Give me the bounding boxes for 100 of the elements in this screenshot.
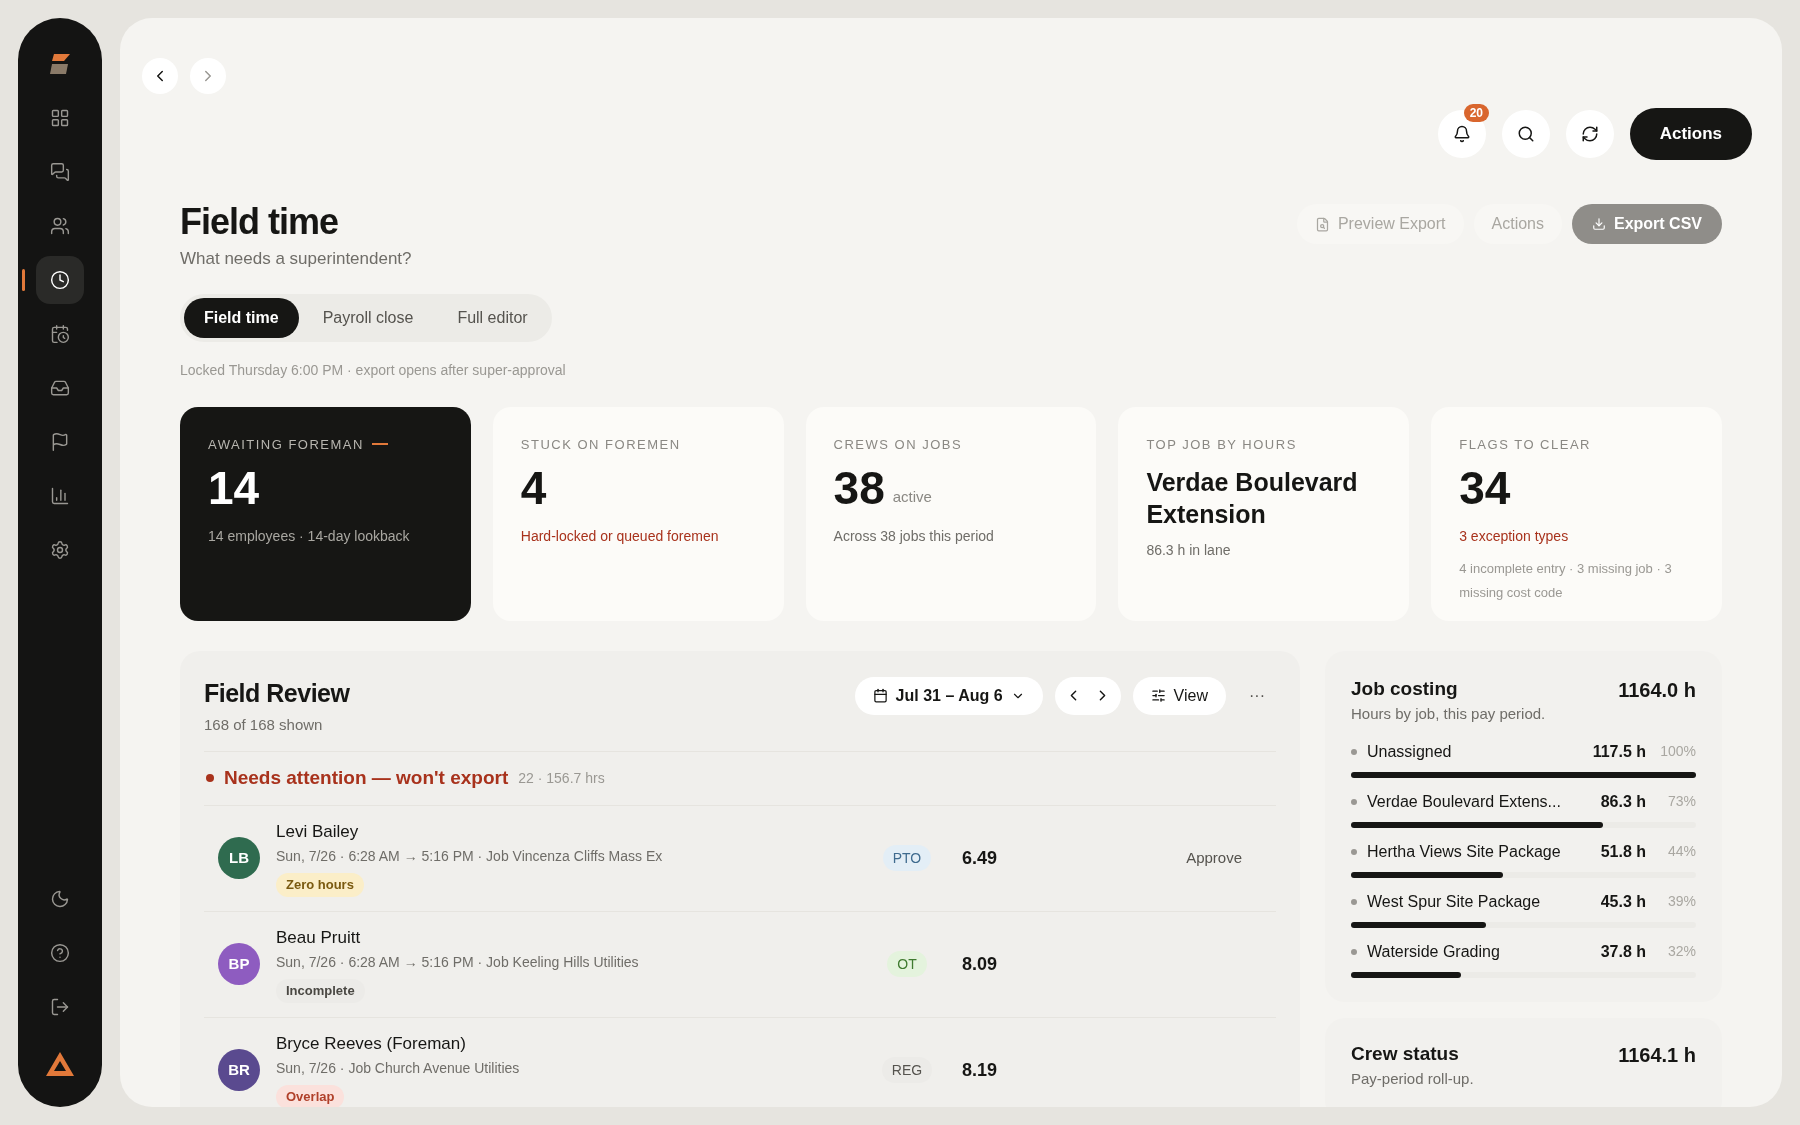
total-hours: 1164.1 h — [1618, 1042, 1696, 1068]
job-name: West Spur Site Package — [1367, 891, 1542, 912]
more-button[interactable]: ··· — [1238, 676, 1276, 715]
grid-icon — [50, 108, 70, 128]
bar-chart-icon — [50, 486, 70, 506]
group-title: Needs attention — won't export — [224, 765, 509, 790]
stat-value: 4 — [520, 461, 547, 516]
stat-value: 34 — [1459, 461, 1511, 516]
job-name: Unassigned — [1367, 741, 1453, 762]
review-row[interactable]: BP Beau Pruitt Sun, 7/26 · 6:28 AM → 5:16 PM · Job Keeling Hills Utilities Incomplete OT 8.09 — [204, 911, 1276, 1018]
stat-value: 14 — [208, 461, 260, 516]
lock-note: Locked Thursday 6:00 PM · export opens after super-approval — [180, 360, 567, 380]
entry-detail: Sun, 7/26 · 6:28 AM → 5:16 PM · Job Keeling Hills Utilities — [276, 953, 639, 973]
tab[interactable]: Field time — [184, 297, 299, 338]
total-hours: 1164.0 h — [1618, 677, 1696, 703]
sliders-icon — [1150, 688, 1166, 703]
avatar: BP — [218, 943, 260, 985]
stat-note: Across 38 jobs this period — [833, 527, 995, 546]
stat-note: Hard-locked or queued foremen — [520, 527, 720, 546]
job-percent: 32% — [1666, 942, 1696, 961]
review-row[interactable]: LB Levi Bailey Sun, 7/26 · 6:28 AM → 5:16 PM · Job Vincenza Cliffs Mass Ex Zero hours PTO 6.49 Approve — [204, 805, 1276, 912]
card-title: Job costing — [1351, 676, 1459, 701]
employee-name: Levi Bailey — [276, 820, 359, 843]
accent-dash — [371, 443, 388, 446]
job-hours: 45.3 h — [1599, 891, 1646, 912]
refresh-button[interactable] — [1565, 110, 1614, 158]
hours-value: 8.09 — [962, 952, 999, 976]
sidebar-item[interactable] — [36, 256, 84, 304]
pay-type-tag: OT — [887, 951, 927, 977]
settings-icon — [50, 540, 70, 560]
actions-button[interactable]: Actions — [1629, 108, 1752, 160]
inbox-icon — [50, 378, 70, 398]
hours-value: 8.19 — [962, 1058, 999, 1082]
pay-type-tag: PTO — [882, 845, 932, 871]
avatar: LB — [218, 837, 260, 879]
brand-logo-icon — [45, 1051, 75, 1077]
refresh-icon — [1580, 125, 1599, 143]
page-title: Field time — [180, 200, 340, 244]
card-label: FLAGS TO CLEAR — [1459, 435, 1591, 454]
job-percent: 73% — [1666, 792, 1696, 811]
job-hours: 51.8 h — [1599, 841, 1646, 862]
chat-icon — [50, 162, 70, 182]
section-count: 168 of 168 shown — [204, 715, 324, 735]
search-button[interactable] — [1501, 110, 1550, 158]
job-hours: 86.3 h — [1599, 791, 1646, 812]
search-icon — [1516, 125, 1535, 143]
users-icon — [50, 216, 70, 236]
view-button[interactable]: View — [1132, 676, 1226, 715]
entry-detail: Sun, 7/26 · Job Church Avenue Utilities — [276, 1059, 520, 1079]
approve-button[interactable]: Approve — [1186, 846, 1242, 870]
job-percent: 39% — [1666, 892, 1696, 911]
active-indicator — [22, 269, 25, 291]
flag-tag: Incomplete — [276, 979, 365, 1004]
job-name: Waterside Grading — [1367, 941, 1501, 962]
tab[interactable]: Full editor — [437, 297, 548, 338]
calendar-icon — [50, 324, 70, 344]
job-hours: 117.5 h — [1591, 741, 1646, 762]
bell-icon — [1452, 125, 1471, 143]
stat-detail: 4 incomplete entry · 3 missing job · 3 missing cost code — [1459, 560, 1673, 602]
notification-badge: 20 — [1463, 104, 1489, 122]
job-percent: 44% — [1666, 842, 1696, 861]
card-subtitle: Pay-period roll-up. — [1351, 1069, 1474, 1089]
job-name: Hertha Views Site Package — [1367, 841, 1562, 862]
hours-value: 6.49 — [962, 846, 999, 870]
stat-value: 38 — [833, 461, 885, 516]
flag-tag: Overlap — [276, 1085, 345, 1107]
review-row[interactable]: BR Bryce Reeves (Foreman) Sun, 7/26 · Job Church Avenue Utilities Overlap REG 8.19 — [204, 1017, 1276, 1107]
date-range-button[interactable]: Jul 31 – Aug 6 — [854, 676, 1043, 715]
card-label: CREWS ON JOBS — [833, 435, 963, 454]
page-subtitle: What needs a superintendent? — [180, 248, 412, 270]
avatar: BR — [218, 1049, 260, 1091]
card-label: TOP JOB BY HOURS — [1146, 435, 1297, 454]
card-title: Crew status — [1351, 1041, 1460, 1066]
card-label: STUCK ON FOREMEN — [520, 435, 681, 454]
help-icon — [50, 943, 70, 963]
section-title: Field Review — [204, 677, 350, 709]
stat-suffix: active — [892, 486, 932, 507]
stat-note: 14 employees · 14-day lookback — [208, 527, 411, 546]
file-search-icon — [1314, 216, 1330, 232]
clock-icon — [50, 270, 70, 290]
logout-icon — [50, 997, 70, 1017]
stat-note: 3 exception types — [1459, 527, 1570, 546]
job-percent: 100% — [1659, 742, 1696, 761]
stat-title: Verdae Boulevard Extension — [1146, 467, 1359, 530]
job-name: Verdae Boulevard Extens... — [1367, 791, 1562, 812]
stat-note: 86.3 h in lane — [1146, 541, 1232, 560]
employee-name: Beau Pruitt — [276, 926, 361, 949]
card-label: AWAITING FOREMAN — [208, 435, 364, 454]
moon-icon — [50, 889, 70, 909]
employee-name: Bryce Reeves (Foreman) — [276, 1032, 466, 1055]
entry-detail: Sun, 7/26 · 6:28 AM → 5:16 PM · Job Vincenza Cliffs Mass Ex — [276, 847, 663, 867]
tab[interactable]: Payroll close — [302, 297, 434, 338]
card-subtitle: Hours by job, this pay period. — [1351, 704, 1546, 724]
flag-icon — [50, 432, 70, 452]
flag-tag: Zero hours — [276, 873, 364, 898]
download-icon — [1592, 217, 1606, 231]
calendar-icon — [872, 688, 888, 703]
group-meta: 22 · 156.7 hrs — [518, 768, 605, 788]
job-hours: 37.8 h — [1599, 941, 1646, 962]
pay-type-tag: REG — [881, 1057, 933, 1083]
